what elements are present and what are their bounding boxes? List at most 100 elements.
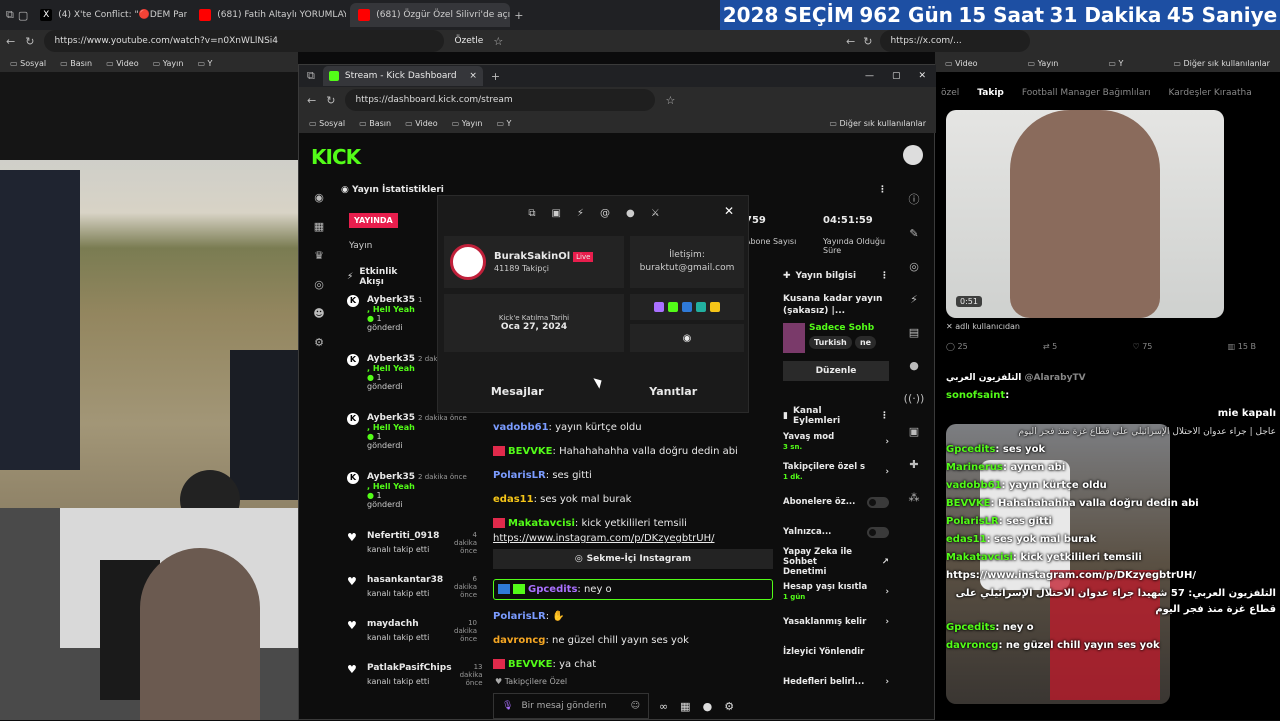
emotes-only-toggle[interactable] bbox=[867, 526, 889, 538]
tag-pill[interactable]: ne bbox=[854, 336, 877, 349]
window-icon[interactable]: ▣ bbox=[551, 208, 560, 219]
other-bookmarks[interactable]: Diğer sık kullanılanlar bbox=[1173, 59, 1270, 68]
bookmark-folder[interactable]: Sosyal bbox=[309, 119, 345, 128]
like-count[interactable]: ♡ 75 bbox=[1133, 342, 1153, 351]
mod-action-ai-moderation[interactable]: Yapay Zeka ile Sohbet Denetimi ↗ bbox=[783, 547, 889, 577]
tab-messages[interactable]: Mesajlar bbox=[491, 385, 544, 398]
tab-youtube-ozel[interactable]: (681) Özgür Özel Silivri'de açıkla × bbox=[350, 3, 511, 27]
chat-bubble-icon[interactable]: ● bbox=[909, 359, 919, 372]
bookmark-folder[interactable]: Yayın bbox=[452, 119, 483, 128]
document-icon[interactable]: ▤ bbox=[909, 326, 919, 339]
stream-icon[interactable]: ◉ bbox=[314, 191, 324, 204]
x-tab[interactable]: Kardeşler Kıraatha bbox=[1169, 88, 1252, 98]
workspace-icon[interactable]: ⧉ bbox=[6, 8, 14, 22]
tab-actions-icon[interactable]: ▢ bbox=[18, 9, 28, 22]
broadcast-icon[interactable]: ((·)) bbox=[904, 392, 925, 405]
activity-item[interactable]: K Ayberk352 dakika önce , Hell Yeah ● 1 … bbox=[341, 466, 481, 525]
new-tab-icon[interactable]: + bbox=[514, 9, 523, 22]
view-toggle[interactable]: ◉ bbox=[630, 324, 744, 352]
close-tab-icon[interactable]: × bbox=[469, 71, 477, 81]
sword-icon[interactable]: ⚔ bbox=[651, 208, 660, 219]
more-options-icon[interactable]: ⋮ bbox=[880, 271, 889, 281]
close-icon[interactable]: ✕ bbox=[724, 204, 734, 218]
mod-action-goals[interactable]: Hedefleri belirl... › bbox=[783, 667, 889, 697]
bookmark-folder[interactable]: Video bbox=[405, 119, 437, 128]
mod-action-raid[interactable]: İzleyici Yönlendir bbox=[783, 637, 889, 667]
workspace-icon[interactable]: ⧉ bbox=[307, 69, 315, 83]
mod-action-slow-mode[interactable]: Yavaş mod 3 sn. › bbox=[783, 427, 889, 457]
more-options-icon[interactable]: ⋮ bbox=[880, 411, 889, 421]
tab-replies[interactable]: Yanıtlar bbox=[649, 385, 697, 398]
summarize-button[interactable]: Özetle bbox=[454, 36, 483, 46]
camera-icon[interactable]: ◎ bbox=[909, 260, 919, 273]
favorite-star-icon[interactable]: ☆ bbox=[493, 35, 503, 48]
bookmark-folder[interactable]: Y bbox=[1108, 59, 1123, 68]
message-icon[interactable]: ● bbox=[703, 700, 713, 713]
emoji-icon[interactable]: ☺ bbox=[631, 701, 640, 711]
chat-link[interactable]: https://www.instagram.com/p/DKzyegbtrUH/ bbox=[493, 532, 773, 545]
kick-address-field[interactable]: https://dashboard.kick.com/stream bbox=[345, 89, 656, 111]
instagram-tab-button[interactable]: ◎ Sekme-İçi Instagram bbox=[493, 549, 773, 569]
message-icon[interactable]: ● bbox=[626, 208, 635, 219]
tab-youtube-altayli[interactable]: (681) Fatih Altaylı YORUMLAYAMIYOR × bbox=[191, 3, 346, 27]
follow-item[interactable]: ♥ maydachh kanalı takip etti 10 dakika ö… bbox=[341, 613, 481, 657]
chat-user[interactable]: vadobb61 bbox=[493, 422, 549, 433]
chat-user[interactable]: Gpcedits bbox=[528, 584, 577, 595]
address-field[interactable]: https://x.com/... bbox=[880, 30, 1031, 52]
grid-icon[interactable]: ▦ bbox=[314, 220, 324, 233]
x-tab[interactable]: özel bbox=[941, 88, 959, 98]
chat-input[interactable]: 🎙 Bir mesaj gönderin ☺ bbox=[493, 693, 649, 719]
address-field[interactable]: https://www.youtube.com/watch?v=n0XnWLlN… bbox=[44, 30, 445, 52]
x-tab[interactable]: Football Manager Bağımlıları bbox=[1022, 88, 1151, 98]
mod-action-followers-only[interactable]: Takipçilere özel s1 dk. › bbox=[783, 457, 889, 487]
kick-logo[interactable]: KICK bbox=[311, 145, 361, 169]
pencil-icon[interactable]: ✎ bbox=[909, 227, 918, 240]
activity-item[interactable]: K Ayberk352 dakika önce , Hell Yeah ● 1 … bbox=[341, 407, 481, 466]
lightning-icon[interactable]: ⚡ bbox=[577, 208, 584, 219]
settings-icon[interactable]: ⚙ bbox=[314, 336, 324, 349]
bookmark-folder[interactable]: Y bbox=[496, 119, 512, 128]
view-count[interactable]: ▥ 15 B bbox=[1228, 342, 1256, 351]
follow-item[interactable]: ♥ hasankantar38 kanalı takip etti 6 daki… bbox=[341, 569, 481, 613]
layout-icon[interactable]: ▣ bbox=[909, 425, 919, 438]
info-icon[interactable]: ⓘ bbox=[909, 191, 920, 207]
follow-item[interactable]: ♥ Nefertiti_0918 kanalı takip etti 4 dak… bbox=[341, 525, 481, 569]
reply-count[interactable]: ◯ 25 bbox=[946, 342, 968, 351]
profile-avatar[interactable] bbox=[450, 244, 486, 280]
reload-icon[interactable]: ↻ bbox=[25, 35, 34, 48]
bookmark-folder[interactable]: Yayın bbox=[1028, 59, 1059, 68]
bookmark-folder[interactable]: Sosyal bbox=[10, 59, 46, 68]
lightning-icon[interactable]: ⚡ bbox=[910, 293, 918, 306]
kick-window-tab[interactable]: Stream - Kick Dashboard × bbox=[322, 66, 483, 86]
bookmark-folder[interactable]: Video bbox=[945, 59, 977, 68]
at-icon[interactable]: @ bbox=[600, 208, 610, 219]
chat-user[interactable]: BEVVKE bbox=[508, 446, 553, 457]
x-tab-following[interactable]: Takip bbox=[977, 88, 1004, 98]
mod-action-banned-words[interactable]: Yasaklanmış kelir › bbox=[783, 607, 889, 637]
bookmark-folder[interactable]: Video bbox=[106, 59, 138, 68]
maximize-icon[interactable]: ▢ bbox=[892, 71, 901, 81]
new-tab-icon[interactable]: + bbox=[491, 70, 500, 83]
contact-email[interactable]: buraktut@gmail.com bbox=[640, 262, 735, 275]
more-options-icon[interactable]: ⋮ bbox=[878, 185, 887, 195]
reload-icon[interactable]: ↻ bbox=[326, 94, 335, 107]
mod-action-account-age[interactable]: Hesap yaşı kısıtla 1 gün › bbox=[783, 577, 889, 607]
bookmark-folder[interactable]: Yayın bbox=[153, 59, 184, 68]
bookmark-folder[interactable]: Basın bbox=[359, 119, 391, 128]
category-name[interactable]: Sadece Sohb bbox=[809, 323, 876, 333]
subscribers-only-toggle[interactable] bbox=[867, 496, 889, 508]
close-window-icon[interactable]: ✕ bbox=[918, 71, 926, 81]
back-icon[interactable]: ← bbox=[6, 35, 15, 48]
retweet-count[interactable]: ⇄ 5 bbox=[1043, 342, 1057, 351]
edit-stream-button[interactable]: Düzenle bbox=[783, 361, 889, 381]
chat-user[interactable]: PolarisLR bbox=[493, 470, 546, 481]
chat-user[interactable]: PolarisLR bbox=[493, 611, 546, 622]
favorite-star-icon[interactable]: ☆ bbox=[665, 94, 675, 107]
trophy-icon[interactable]: ♛ bbox=[314, 249, 324, 262]
copy-icon[interactable]: ⧉ bbox=[528, 208, 535, 219]
minimize-icon[interactable]: — bbox=[865, 71, 874, 81]
bookmark-folder[interactable]: Basın bbox=[60, 59, 92, 68]
link-icon[interactable]: ∞ bbox=[659, 700, 668, 713]
bookmark-folder[interactable]: Y bbox=[197, 59, 213, 68]
nodes-icon[interactable]: ⁂ bbox=[909, 491, 920, 504]
